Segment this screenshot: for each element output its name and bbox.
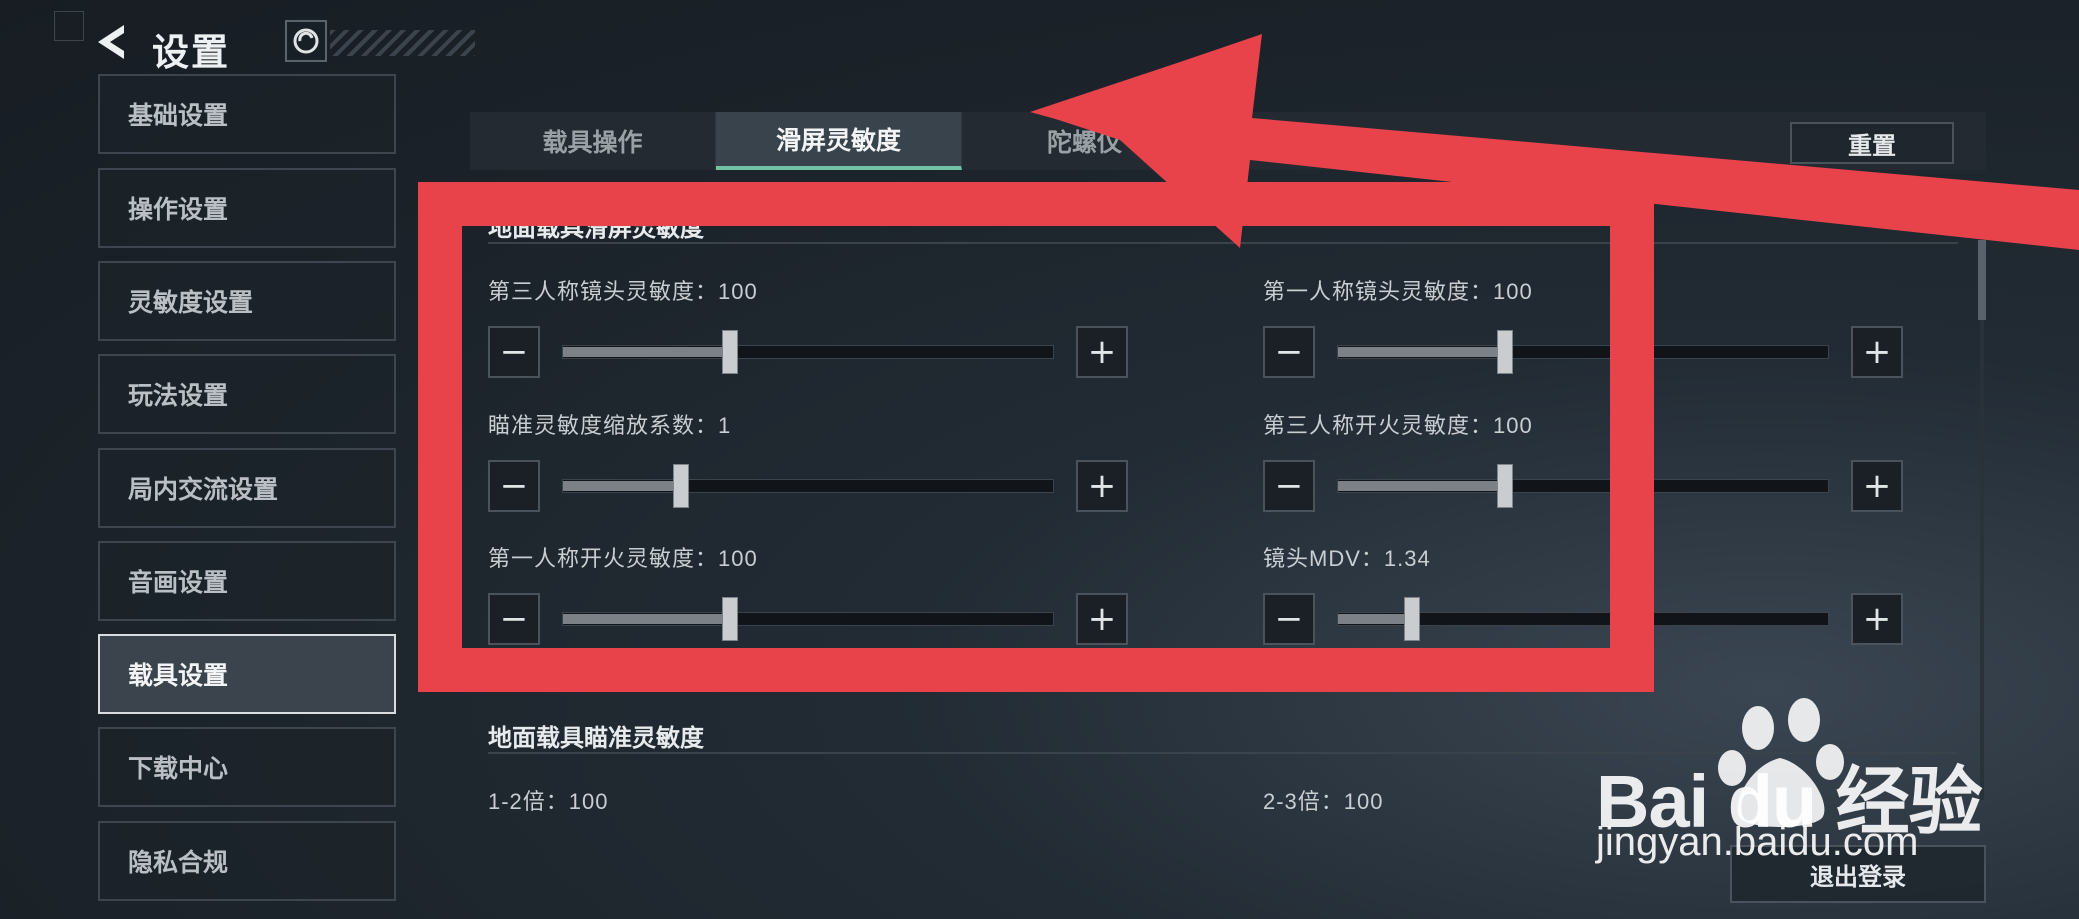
highlight-rectangle bbox=[418, 182, 1654, 692]
watermark-url: jingyan.baidu.com bbox=[1596, 820, 1919, 864]
